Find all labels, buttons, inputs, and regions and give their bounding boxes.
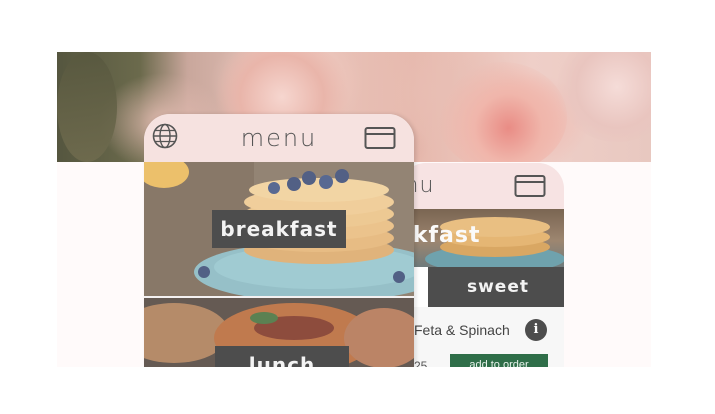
- top-bar-front: menu: [144, 114, 414, 162]
- menu-item-name: Feta & Spinach: [414, 322, 510, 338]
- top-bar-back: enu: [400, 163, 564, 209]
- breakfast-banner-back[interactable]: akfast: [400, 209, 564, 267]
- breakfast-category-card[interactable]: breakfast: [144, 162, 414, 296]
- screenshot-stage: enu akfast sweet Feta & Spinach i 25 add…: [0, 0, 715, 414]
- menu-item-row: Feta & Spinach i 25 add to order: [400, 307, 564, 368]
- info-icon[interactable]: i: [525, 319, 547, 341]
- tab-sweet[interactable]: sweet: [432, 267, 564, 307]
- credit-card-icon[interactable]: [364, 126, 396, 150]
- breakfast-label: breakfast: [212, 210, 346, 248]
- globe-icon[interactable]: [152, 123, 178, 149]
- lunch-category-card[interactable]: lunch: [144, 298, 414, 367]
- credit-card-icon[interactable]: [514, 174, 546, 198]
- screen-title: menu: [240, 124, 318, 152]
- phone-screen-front: breakfast lunch menu: [144, 114, 414, 367]
- lunch-label: lunch: [215, 346, 349, 367]
- add-to-order-button[interactable]: add to order: [450, 354, 548, 368]
- category-tabs: sweet: [400, 267, 564, 307]
- bottom-crop: [0, 367, 715, 414]
- phone-screen-back: enu akfast sweet Feta & Spinach i 25 add…: [400, 163, 564, 368]
